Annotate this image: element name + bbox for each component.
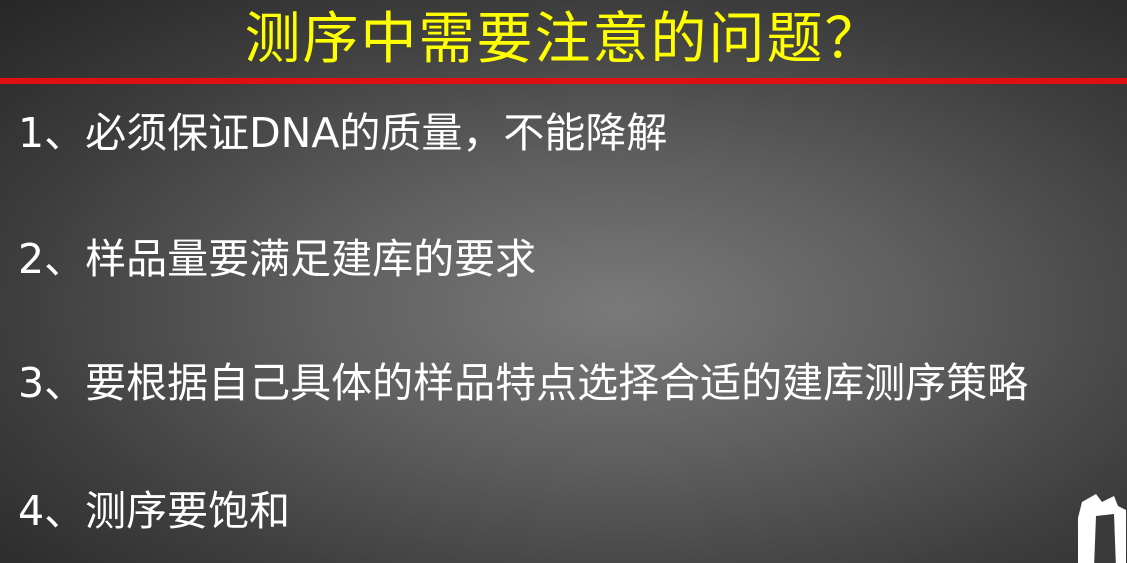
list-item-3: 3、要根据自己具体的样品特点选择合适的建库测序策略 <box>18 359 1029 407</box>
list-item-2: 2、样品量要满足建库的要求 <box>18 235 537 283</box>
title-divider <box>0 78 1127 84</box>
slide-title: 测序中需要注意的问题？ <box>244 7 883 72</box>
list-item-4: 4、测序要饱和 <box>18 487 291 535</box>
corner-logo-icon <box>1078 494 1126 563</box>
list-item-1: 1、必须保证DNA的质量，不能降解 <box>18 109 668 157</box>
